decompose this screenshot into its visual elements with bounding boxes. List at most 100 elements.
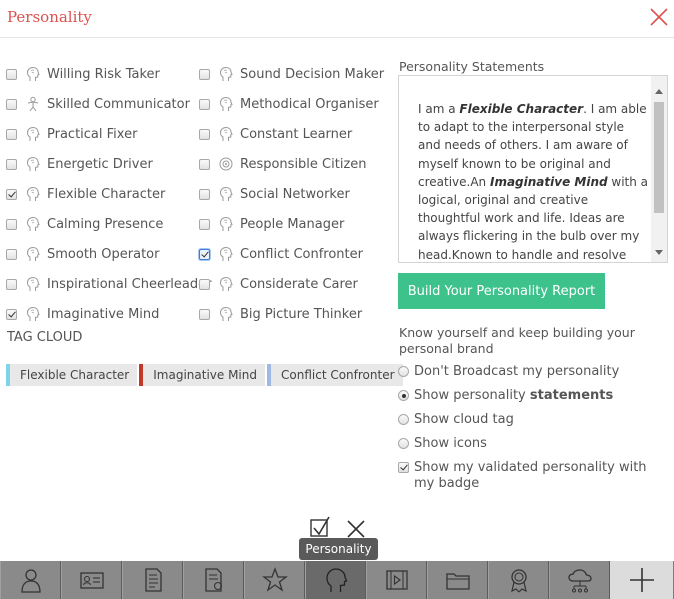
toolbar-certificate-doc-button[interactable] — [183, 561, 244, 599]
trait-responsible-citizen[interactable]: Responsible Citizen — [199, 155, 367, 173]
head-icon — [26, 306, 40, 321]
brand-option-3[interactable]: Show cloud tag — [398, 412, 514, 428]
trait-label: Practical Fixer — [47, 126, 138, 142]
trait-checkbox[interactable] — [6, 308, 17, 320]
badge-checkbox[interactable] — [398, 462, 409, 473]
brand-option-5[interactable]: Show my validated personality with my ba… — [398, 460, 663, 492]
trait-considerate-carer[interactable]: Considerate Carer — [199, 275, 358, 293]
award-icon — [510, 569, 527, 593]
scroll-down-arrow-icon[interactable] — [655, 250, 663, 255]
brand-radio[interactable] — [398, 366, 409, 377]
trait-label: Smooth Operator — [47, 246, 160, 262]
plus-icon — [629, 568, 654, 592]
toolbar-video-button[interactable] — [366, 561, 427, 599]
brand-radio[interactable] — [398, 414, 409, 425]
trait-skilled-communicator[interactable]: Skilled Communicator — [6, 95, 190, 113]
head-icon — [26, 186, 40, 201]
brand-option-label: Show cloud tag — [414, 412, 514, 427]
trait-checkbox[interactable] — [199, 188, 210, 200]
trait-flexible-character[interactable]: Flexible Character — [6, 185, 165, 203]
document-icon — [144, 568, 162, 592]
toolbar-tooltip: Personality — [299, 538, 378, 560]
trait-practical-fixer[interactable]: Practical Fixer — [6, 125, 137, 143]
scroll-up-arrow-icon[interactable] — [655, 89, 663, 94]
trait-label: Sound Decision Maker — [240, 66, 385, 82]
trait-label: Imaginative Mind — [47, 306, 160, 322]
close-button[interactable] — [648, 6, 670, 28]
cloud-network-icon — [567, 569, 592, 593]
head-icon — [219, 66, 233, 81]
toolbar-head-button[interactable] — [305, 561, 366, 599]
toolbar-folder-button[interactable] — [427, 561, 488, 599]
trait-checkbox[interactable] — [6, 188, 17, 200]
trait-sound-decision-maker[interactable]: Sound Decision Maker — [199, 65, 384, 83]
statements-scrollbar[interactable] — [651, 76, 667, 262]
tag-conflict-confronter: Conflict Confronter — [267, 364, 403, 386]
trait-checkbox[interactable] — [6, 128, 17, 140]
tag-cloud: Flexible Character Imaginative Mind Confli… — [6, 364, 405, 386]
trait-calming-presence[interactable]: Calming Presence — [6, 215, 163, 233]
toolbar-star-button[interactable] — [244, 561, 305, 599]
target-icon — [219, 157, 233, 171]
trait-smooth-operator[interactable]: Smooth Operator — [6, 245, 159, 263]
toolbar-plus-button[interactable] — [610, 561, 673, 599]
person-icon — [20, 569, 41, 593]
statements-title: Personality Statements — [399, 59, 545, 74]
trait-checkbox[interactable] — [199, 98, 210, 110]
brand-option-label: Don't Broadcast my personality — [414, 364, 620, 379]
trait-label: Flexible Character — [47, 186, 166, 202]
trait-checkbox[interactable] — [6, 248, 17, 260]
build-report-button[interactable]: Build Your Personality Report — [398, 273, 605, 309]
close-icon — [347, 520, 365, 538]
tag-flexible-character: Flexible Character — [6, 364, 138, 386]
trait-methodical-organiser[interactable]: Methodical Organiser — [199, 95, 379, 113]
brand-radio[interactable] — [398, 390, 409, 401]
toolbar-document-button[interactable] — [122, 561, 183, 599]
toolbar-person-button[interactable] — [0, 561, 61, 599]
trait-checkbox[interactable] — [199, 68, 210, 80]
trait-label: Responsible Citizen — [240, 156, 367, 172]
toolbar-award-button[interactable] — [488, 561, 549, 599]
brand-option-4[interactable]: Show icons — [398, 436, 487, 452]
toolbar-cloud-network-button[interactable] — [549, 561, 610, 599]
trait-conflict-confronter[interactable]: Conflict Confronter — [199, 245, 363, 263]
trait-checkbox[interactable] — [199, 158, 210, 170]
tag-cloud-title: TAG CLOUD — [7, 330, 83, 345]
scroll-thumb[interactable] — [654, 102, 664, 213]
dialog-title: Personality — [7, 8, 92, 26]
head-icon — [219, 246, 233, 261]
trait-checkbox[interactable] — [6, 278, 17, 290]
dialog-header: Personality — [0, 0, 674, 38]
brand-option-label: Show my validated personality with my ba… — [414, 460, 647, 491]
trait-checkbox[interactable] — [6, 218, 17, 230]
trait-checkbox[interactable] — [6, 98, 17, 110]
trait-big-picture-thinker[interactable]: Big Picture Thinker — [199, 305, 362, 323]
trait-checkbox[interactable] — [6, 158, 17, 170]
trait-checkbox[interactable] — [199, 308, 210, 320]
folder-icon — [445, 573, 470, 590]
trait-label: Conflict Confronter — [240, 246, 363, 262]
head-icon — [219, 276, 233, 291]
confirm-button[interactable] — [310, 516, 330, 538]
certificate-doc-icon — [204, 568, 222, 592]
trait-constant-learner[interactable]: Constant Learner — [199, 125, 352, 143]
brand-option-1[interactable]: Don't Broadcast my personality — [398, 364, 619, 380]
statements-box[interactable]: I am a Flexible Character. I am able to … — [398, 75, 668, 263]
trait-people-manager[interactable]: People Manager — [199, 215, 344, 233]
head-icon — [26, 156, 40, 171]
brand-option-2[interactable]: Show personality statements — [398, 388, 613, 404]
trait-energetic-driver[interactable]: Energetic Driver — [6, 155, 153, 173]
cancel-button[interactable] — [346, 519, 366, 539]
trait-imaginative-mind[interactable]: Imaginative Mind — [6, 305, 159, 323]
trait-social-networker[interactable]: Social Networker — [199, 185, 350, 203]
trait-checkbox[interactable] — [199, 248, 210, 260]
tag-imaginative-mind: Imaginative Mind — [139, 364, 265, 386]
trait-checkbox[interactable] — [199, 278, 210, 290]
toolbar-id-card-button[interactable] — [61, 561, 122, 599]
brand-radio[interactable] — [398, 438, 409, 449]
trait-checkbox[interactable] — [199, 128, 210, 140]
trait-checkbox[interactable] — [6, 68, 17, 80]
trait-checkbox[interactable] — [199, 218, 210, 230]
trait-willing-risk-taker[interactable]: Willing Risk Taker — [6, 65, 160, 83]
trait-inspirational-cheerleader[interactable]: Inspirational Cheerleader — [6, 275, 211, 293]
